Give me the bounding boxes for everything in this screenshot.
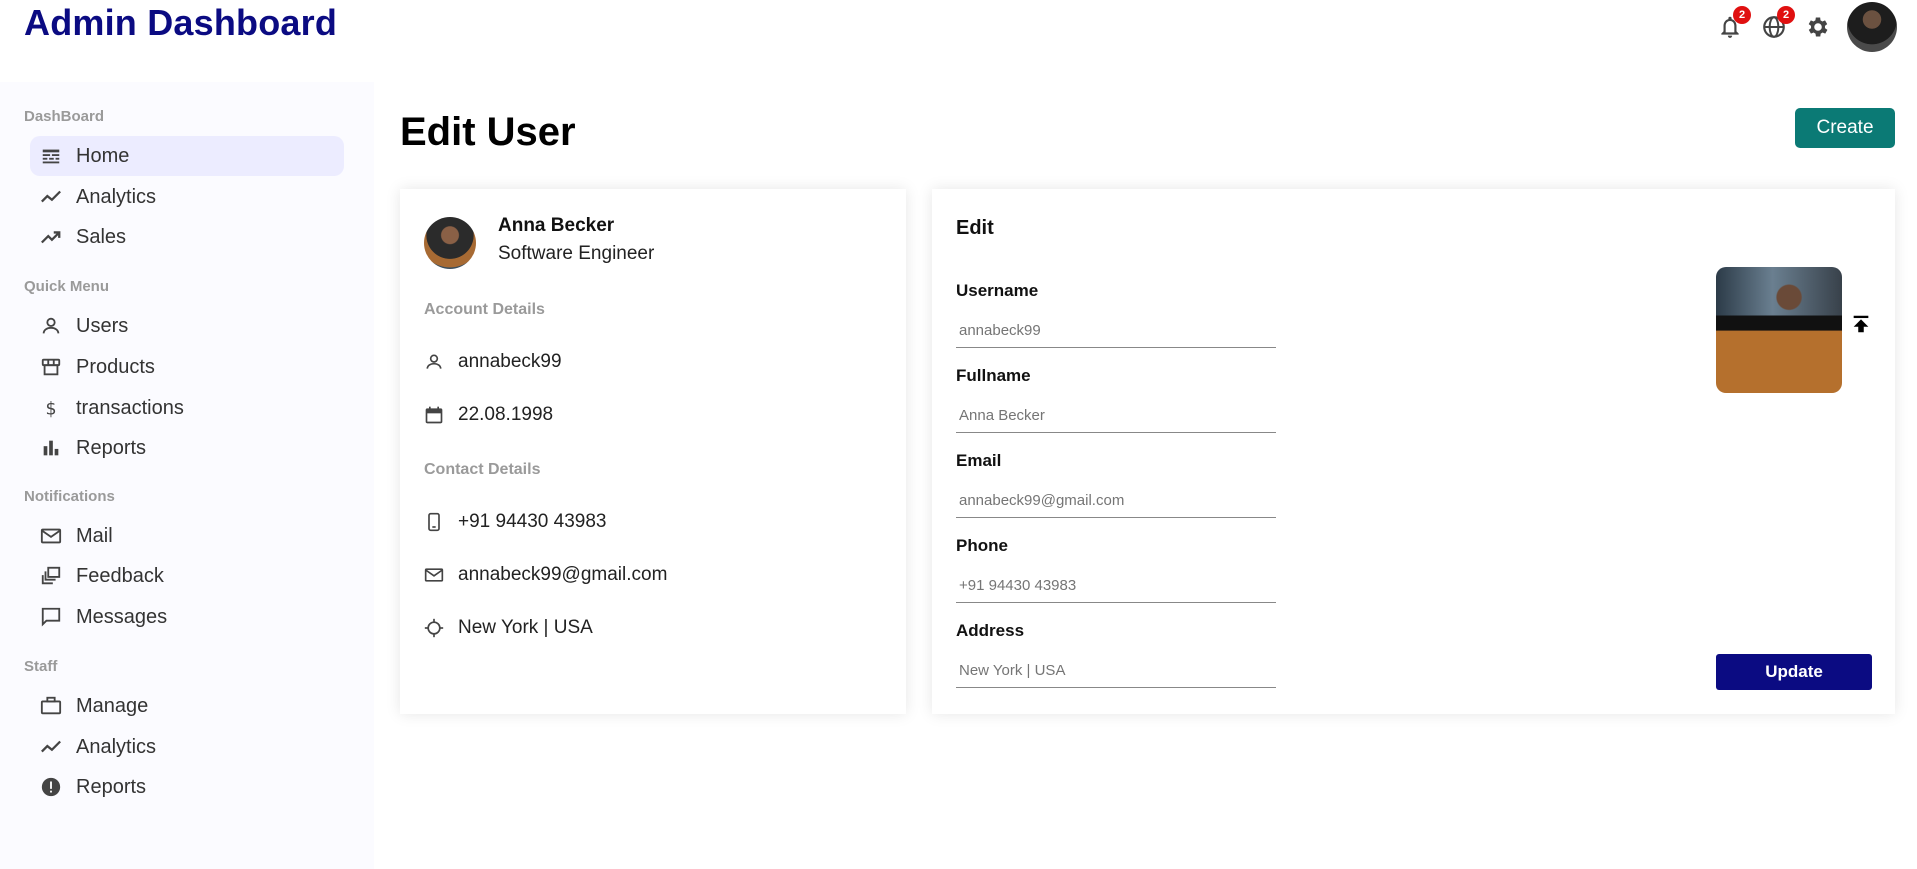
sidebar-item-sales[interactable]: Sales: [30, 217, 344, 257]
dollar-icon: $: [46, 399, 57, 419]
info-email: annabeck99@gmail.com: [424, 564, 667, 586]
user-name: Anna Becker: [498, 215, 615, 236]
report-icon: [41, 777, 61, 797]
sidebar-item-products[interactable]: Products: [30, 347, 344, 387]
info-birthday: 22.08.1998: [424, 404, 553, 426]
sidebar-item-mail[interactable]: Mail: [30, 516, 344, 556]
info-username: annabeck99: [424, 351, 562, 373]
email-label: Email: [956, 451, 1002, 470]
phone-icon: [428, 512, 440, 532]
dynamic-feed-icon: [41, 566, 61, 585]
sidebar-item-label: Sales: [76, 225, 127, 248]
info-location-text: New York | USA: [458, 617, 593, 638]
trending-up-icon: [41, 231, 61, 244]
sidebar-section-title: DashBoard: [24, 108, 105, 125]
create-button[interactable]: Create: [1795, 108, 1895, 148]
dashboard-icon: [42, 149, 60, 164]
app-logo[interactable]: Admin Dashboard: [24, 2, 337, 44]
storefront-icon: [41, 358, 61, 376]
update-button[interactable]: Update: [1716, 654, 1872, 690]
sidebar-item-manage[interactable]: Manage: [30, 686, 344, 726]
info-email-text: annabeck99@gmail.com: [458, 564, 668, 585]
mail-icon: [40, 528, 62, 544]
user-photo: [1716, 267, 1842, 393]
timeline-icon: [41, 740, 61, 753]
sidebar-section-title: Staff: [24, 658, 58, 675]
fullname-label: Fullname: [956, 366, 1031, 385]
sidebar-item-staff-analytics[interactable]: Analytics: [30, 727, 344, 767]
location-searching-icon: [424, 618, 444, 638]
fullname-input[interactable]: [956, 399, 1276, 433]
topbar: Admin Dashboard 2 2: [0, 0, 1917, 60]
email-input[interactable]: [956, 484, 1276, 518]
sidebar-item-analytics[interactable]: Analytics: [30, 177, 344, 217]
account-details-title: Account Details: [424, 301, 545, 318]
address-input[interactable]: [956, 654, 1276, 688]
info-phone: +91 94430 43983: [424, 511, 606, 533]
sidebar-item-label: Users: [76, 314, 129, 337]
info-birthday-text: 22.08.1998: [458, 404, 554, 425]
phone-label: Phone: [956, 536, 1008, 555]
profile-avatar[interactable]: [1847, 2, 1897, 52]
language-button[interactable]: 2: [1759, 6, 1795, 42]
user-info-card: Anna Becker Software Engineer Account De…: [400, 189, 906, 714]
username-input[interactable]: [956, 314, 1276, 348]
sidebar-item-label: Reports: [76, 436, 147, 459]
language-badge: 2: [1777, 6, 1795, 24]
sidebar-item-messages[interactable]: Messages: [30, 597, 344, 637]
contact-details-title: Contact Details: [424, 461, 541, 478]
settings-button[interactable]: [1803, 12, 1833, 42]
phone-input[interactable]: [956, 569, 1276, 603]
sidebar-item-feedback[interactable]: Feedback: [30, 556, 344, 596]
notifications-button[interactable]: 2: [1715, 6, 1751, 42]
sidebar-item-label: transactions: [76, 396, 184, 419]
page-title: Edit User: [400, 110, 576, 154]
topbar-icons: 2 2: [1715, 2, 1897, 52]
sidebar-section-title: Quick Menu: [24, 278, 110, 295]
sidebar-item-label: Analytics: [76, 735, 157, 758]
edit-title: Edit: [956, 217, 994, 239]
edit-user-card: Edit Username Fullname Email Phone Addre…: [932, 189, 1895, 714]
svg-text:$: $: [46, 399, 57, 419]
sidebar-item-transactions[interactable]: $ transactions: [30, 388, 344, 428]
info-username-text: annabeck99: [458, 351, 562, 372]
sidebar-item-label: Manage: [76, 694, 149, 717]
briefcase-icon: [40, 696, 62, 715]
notifications-badge: 2: [1733, 6, 1751, 24]
sidebar-item-label: Reports: [76, 775, 147, 798]
bar-chart-icon: [43, 440, 59, 456]
info-phone-text: +91 94430 43983: [458, 511, 607, 532]
sidebar-item-staff-reports[interactable]: Reports: [30, 767, 344, 807]
sidebar: DashBoard Home Analytics Sales Quick Men…: [0, 82, 374, 869]
calendar-icon: [425, 406, 443, 424]
sidebar-item-reports[interactable]: Reports: [30, 428, 344, 468]
sidebar-section-title: Notifications: [24, 488, 115, 505]
upload-icon[interactable]: [1850, 313, 1872, 335]
sidebar-item-label: Products: [76, 355, 155, 378]
sidebar-item-users[interactable]: Users: [30, 306, 344, 346]
gear-icon: [1808, 17, 1828, 37]
sidebar-item-label: Mail: [76, 524, 113, 547]
address-label: Address: [956, 621, 1025, 640]
person-icon: [426, 354, 442, 369]
sidebar-item-label: Home: [76, 144, 130, 167]
user-avatar: [424, 217, 476, 269]
mail-icon: [424, 568, 444, 582]
chat-bubble-icon: [41, 607, 61, 627]
timeline-icon: [41, 190, 61, 203]
person-icon: [42, 317, 60, 334]
sidebar-item-label: Analytics: [76, 185, 157, 208]
sidebar-item-label: Messages: [76, 605, 168, 628]
username-label: Username: [956, 281, 1039, 300]
sidebar-item-home[interactable]: Home: [30, 136, 344, 176]
sidebar-item-label: Feedback: [76, 564, 164, 587]
user-role: Software Engineer: [498, 243, 655, 264]
info-location: New York | USA: [424, 617, 593, 639]
